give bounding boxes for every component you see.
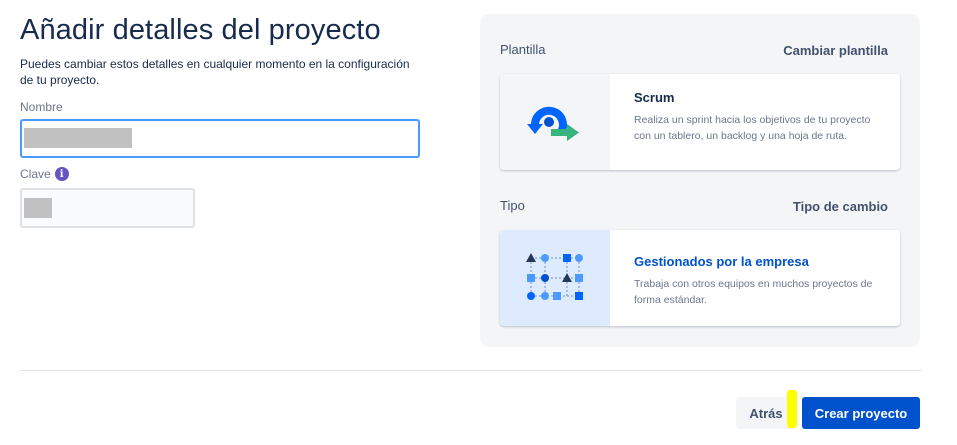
project-name-input[interactable] [20, 119, 420, 158]
footer-divider [20, 370, 922, 371]
page-title: Añadir detalles del proyecto [20, 14, 381, 46]
change-template-button[interactable]: Cambiar plantilla [783, 43, 888, 58]
key-label: Clave i [20, 167, 69, 181]
project-key-input[interactable] [20, 188, 195, 228]
type-card-description: Trabaja con otros equipos en muchos proy… [634, 278, 873, 306]
change-type-button[interactable]: Tipo de cambio [793, 199, 888, 214]
create-project-button[interactable]: Crear proyecto [802, 397, 920, 429]
type-card-title: Gestionados por la empresa [634, 254, 809, 269]
key-label-text: Clave [20, 167, 51, 181]
redacted-value [24, 198, 52, 218]
project-settings-panel: Plantilla Cambiar plantilla Scrum Realiz… [480, 14, 920, 347]
type-card-company-managed[interactable]: Gestionados por la empresa Trabaja con o… [500, 230, 900, 326]
scrum-icon [500, 74, 610, 170]
name-label: Nombre [20, 100, 63, 114]
template-card-scrum[interactable]: Scrum Realiza un sprint hacia los objeti… [500, 74, 900, 170]
name-label-text: Nombre [20, 100, 63, 114]
highlight-marker [787, 390, 797, 428]
company-managed-icon [500, 230, 610, 326]
template-card-title: Scrum [634, 90, 675, 105]
type-section-label: Tipo [500, 198, 525, 213]
page-subtitle: Puedes cambiar estos detalles en cualqui… [20, 57, 410, 87]
template-card-description: Realiza un sprint hacia los objetivos de… [634, 114, 871, 142]
info-icon[interactable]: i [54, 167, 69, 181]
redacted-value [24, 128, 132, 148]
template-section-label: Plantilla [500, 42, 546, 57]
